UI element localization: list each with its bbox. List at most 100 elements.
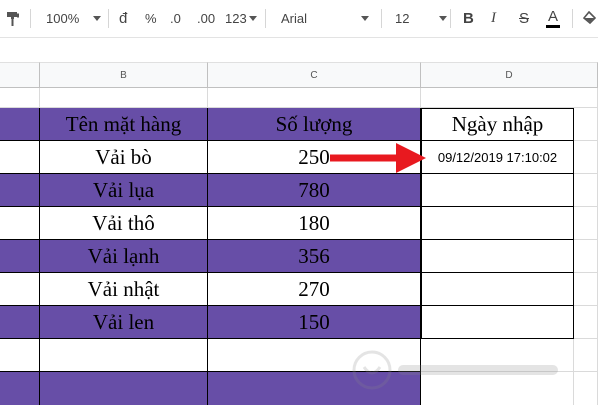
grid-cell[interactable] bbox=[208, 88, 421, 108]
table-header-row: Tên mặt hàng Số lượng Ngày nhập bbox=[0, 108, 598, 141]
separator bbox=[381, 9, 382, 28]
chevron-down-icon bbox=[439, 16, 448, 21]
chevron-down-icon bbox=[361, 16, 370, 21]
grid-cell[interactable] bbox=[0, 273, 40, 306]
name-cell[interactable]: Vải lụa bbox=[40, 174, 208, 207]
grid-cell[interactable] bbox=[0, 240, 40, 273]
strikethrough-button[interactable]: S bbox=[519, 0, 529, 37]
grid-cell[interactable] bbox=[0, 339, 40, 372]
name-cell[interactable]: Vải lạnh bbox=[40, 240, 208, 273]
bold-button[interactable]: B bbox=[463, 0, 474, 37]
bold-label: B bbox=[463, 10, 474, 27]
grid-cell[interactable] bbox=[574, 108, 598, 141]
header-cell-name[interactable]: Tên mặt hàng bbox=[40, 108, 208, 141]
date-cell[interactable]: 09/12/2019 17:10:02 bbox=[421, 141, 574, 174]
grid-cell[interactable] bbox=[0, 174, 40, 207]
formula-bar-area bbox=[0, 38, 598, 62]
grid-cell[interactable] bbox=[574, 174, 598, 207]
date-cell[interactable] bbox=[421, 240, 574, 273]
separator bbox=[572, 9, 573, 28]
text-color-label: A bbox=[547, 8, 558, 25]
grid-cell[interactable] bbox=[0, 372, 40, 405]
date-cell[interactable] bbox=[421, 273, 574, 306]
column-header-b[interactable]: B bbox=[40, 62, 208, 88]
fill-color-icon bbox=[583, 10, 597, 24]
table-row: Vải bò 250 09/12/2019 17:10:02 bbox=[0, 141, 598, 174]
grid-cell[interactable] bbox=[0, 88, 40, 108]
font-size-select[interactable]: 12 bbox=[395, 0, 448, 37]
name-cell[interactable]: Vải nhật bbox=[40, 273, 208, 306]
more-formats-button[interactable]: 123 bbox=[225, 0, 257, 37]
fill-color-button[interactable] bbox=[583, 0, 597, 37]
currency-format-button[interactable]: đ bbox=[119, 0, 127, 37]
decrease-decimals-label: .0 bbox=[170, 11, 181, 26]
name-cell[interactable]: Vải len bbox=[40, 306, 208, 339]
increase-decimals-label: .00 bbox=[197, 11, 216, 26]
strikethrough-label: S bbox=[519, 10, 530, 27]
date-cell[interactable] bbox=[421, 174, 574, 207]
decrease-decimals-button[interactable]: .0 bbox=[170, 0, 181, 37]
toolbar: 100% đ % .0 .00 123 Arial 12 B I S A bbox=[0, 0, 598, 38]
paint-format-button[interactable] bbox=[6, 0, 20, 37]
grid-cell[interactable] bbox=[574, 141, 598, 174]
zoom-select[interactable]: 100% bbox=[46, 0, 102, 37]
name-cell[interactable]: Vải thô bbox=[40, 207, 208, 240]
font-family-value: Arial bbox=[281, 11, 308, 26]
italic-button[interactable]: I bbox=[491, 0, 496, 37]
grid-cell[interactable] bbox=[421, 88, 598, 108]
spreadsheet-app: 100% đ % .0 .00 123 Arial 12 B I S A B C… bbox=[0, 0, 598, 405]
column-header-c[interactable]: C bbox=[208, 62, 421, 88]
chevron-down-icon bbox=[93, 16, 102, 21]
grid-cell[interactable] bbox=[574, 207, 598, 240]
text-color-button[interactable]: A bbox=[546, 0, 560, 37]
chevron-down-icon bbox=[248, 16, 257, 21]
increase-decimals-button[interactable]: .00 bbox=[197, 0, 215, 37]
grid-cell[interactable] bbox=[0, 108, 40, 141]
font-size-value: 12 bbox=[395, 11, 410, 26]
watermark-logo-icon bbox=[352, 350, 558, 390]
qty-cell[interactable]: 150 bbox=[208, 306, 421, 339]
font-family-select[interactable]: Arial bbox=[281, 0, 370, 37]
grid-cell[interactable] bbox=[40, 339, 208, 372]
grid-cell[interactable] bbox=[574, 273, 598, 306]
grid-cell[interactable] bbox=[0, 306, 40, 339]
grid-cell[interactable] bbox=[574, 372, 598, 405]
percent-symbol: % bbox=[145, 11, 157, 26]
paint-format-icon bbox=[7, 11, 19, 26]
grid-cell[interactable] bbox=[0, 141, 40, 174]
separator bbox=[265, 9, 266, 28]
sheet-row bbox=[0, 88, 598, 108]
date-cell[interactable] bbox=[421, 306, 574, 339]
header-cell-date[interactable]: Ngày nhập bbox=[421, 108, 574, 141]
column-header-d[interactable]: D bbox=[421, 62, 598, 88]
grid-cell[interactable] bbox=[574, 306, 598, 339]
name-cell[interactable]: Vải bò bbox=[40, 141, 208, 174]
table-row: Vải nhật 270 bbox=[0, 273, 598, 306]
header-cell-qty[interactable]: Số lượng bbox=[208, 108, 421, 141]
qty-cell[interactable]: 180 bbox=[208, 207, 421, 240]
qty-cell[interactable]: 356 bbox=[208, 240, 421, 273]
currency-symbol: đ bbox=[119, 10, 128, 27]
red-arrow-icon bbox=[330, 143, 426, 173]
table-row: Vải len 150 bbox=[0, 306, 598, 339]
date-cell[interactable] bbox=[421, 207, 574, 240]
qty-cell[interactable]: 780 bbox=[208, 174, 421, 207]
table-row: Vải thô 180 bbox=[0, 207, 598, 240]
grid-cell[interactable] bbox=[40, 88, 208, 108]
italic-label: I bbox=[491, 10, 496, 26]
separator bbox=[450, 9, 451, 28]
text-color-swatch bbox=[546, 25, 560, 28]
grid-cell[interactable] bbox=[574, 240, 598, 273]
zoom-value: 100% bbox=[46, 11, 80, 26]
grid-cell[interactable] bbox=[0, 207, 40, 240]
qty-cell[interactable]: 270 bbox=[208, 273, 421, 306]
row-header-corner[interactable] bbox=[0, 62, 40, 88]
grid-cell[interactable] bbox=[574, 339, 598, 372]
percent-format-button[interactable]: % bbox=[145, 0, 157, 37]
table-row: Vải lạnh 356 bbox=[0, 240, 598, 273]
separator bbox=[30, 9, 31, 28]
table-row: Vải lụa 780 bbox=[0, 174, 598, 207]
more-formats-label: 123 bbox=[225, 11, 247, 26]
separator bbox=[108, 9, 109, 28]
grid-cell[interactable] bbox=[40, 372, 208, 405]
